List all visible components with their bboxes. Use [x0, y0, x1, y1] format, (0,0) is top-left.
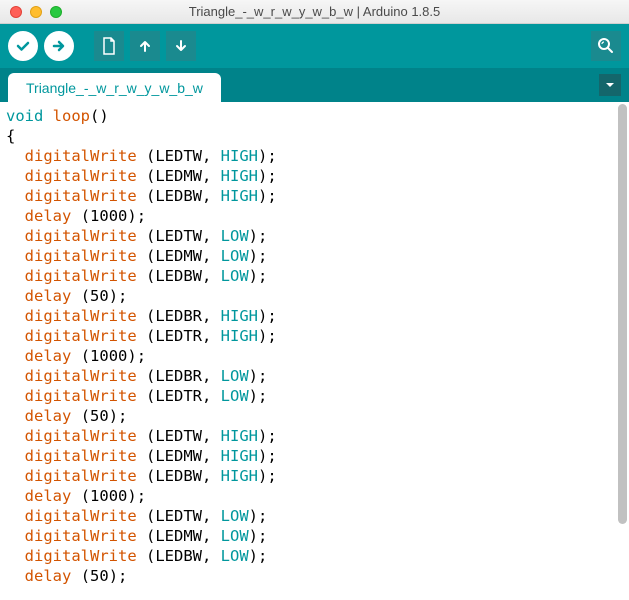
new-sketch-button[interactable]	[94, 31, 124, 61]
arrow-right-icon	[51, 38, 67, 54]
check-icon	[15, 38, 31, 54]
minimize-window-button[interactable]	[30, 6, 42, 18]
serial-monitor-button[interactable]	[591, 31, 621, 61]
traffic-lights	[0, 6, 62, 18]
tab-active[interactable]: Triangle_-_w_r_w_y_w_b_w	[8, 73, 221, 102]
scroll-thumb[interactable]	[618, 104, 627, 524]
magnifier-icon	[597, 37, 615, 55]
upload-button[interactable]	[44, 31, 74, 61]
file-icon	[101, 37, 117, 55]
scrollbar[interactable]	[618, 104, 627, 598]
toolbar	[0, 24, 629, 68]
titlebar: Triangle_-_w_r_w_y_w_b_w | Arduino 1.8.5	[0, 0, 629, 24]
tab-menu-button[interactable]	[599, 74, 621, 96]
code-editor[interactable]: void loop() { digitalWrite (LEDTW, HIGH)…	[0, 102, 629, 590]
chevron-down-icon	[604, 79, 616, 91]
verify-button[interactable]	[8, 31, 38, 61]
arrow-down-icon	[173, 38, 189, 54]
tabbar: Triangle_-_w_r_w_y_w_b_w	[0, 68, 629, 102]
arrow-up-icon	[137, 38, 153, 54]
save-sketch-button[interactable]	[166, 31, 196, 61]
editor-area[interactable]: void loop() { digitalWrite (LEDTW, HIGH)…	[0, 102, 629, 600]
zoom-window-button[interactable]	[50, 6, 62, 18]
open-sketch-button[interactable]	[130, 31, 160, 61]
window-title: Triangle_-_w_r_w_y_w_b_w | Arduino 1.8.5	[0, 4, 629, 19]
close-window-button[interactable]	[10, 6, 22, 18]
